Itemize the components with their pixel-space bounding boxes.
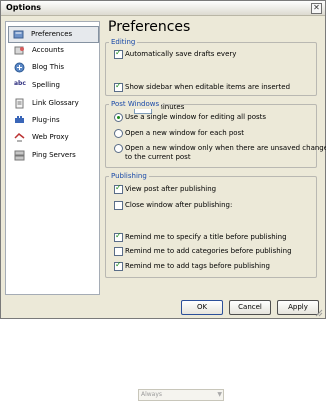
- spelling-icon: abc: [14, 80, 26, 87]
- apply-button[interactable]: Apply: [277, 300, 319, 315]
- show-sidebar-label: Show sidebar when editable items are ins…: [125, 83, 291, 91]
- sidebar-item-plug-ins[interactable]: Plug-ins: [10, 113, 96, 128]
- sidebar-item-label: Accounts: [32, 46, 64, 54]
- remind-title-label: Remind me to specify a title before publ…: [125, 233, 287, 241]
- remind-title-checkbox[interactable]: [114, 231, 123, 242]
- close-window-label: Close window after publishing:: [125, 201, 233, 209]
- window-title: Options: [6, 3, 42, 12]
- sidebar-item-blog-this[interactable]: Blog This: [10, 60, 96, 75]
- new-window-each-radio[interactable]: [114, 129, 123, 138]
- plugins-icon: [15, 116, 24, 123]
- web-proxy-icon: [14, 132, 25, 142]
- remind-tags-checkbox[interactable]: [114, 260, 123, 271]
- single-window-radio[interactable]: [114, 113, 123, 122]
- sidebar-item-web-proxy[interactable]: Web Proxy: [10, 130, 96, 145]
- close-window-select[interactable]: Always ▼: [138, 389, 224, 401]
- page-title: Preferences: [108, 19, 191, 35]
- chevron-down-icon: ▼: [217, 391, 222, 398]
- single-window-label: Use a single window for editing all post…: [125, 113, 267, 121]
- sidebar-item-ping-servers[interactable]: Ping Servers: [10, 148, 96, 163]
- new-window-unsaved-label: Open a new window only when there are un…: [125, 144, 326, 152]
- resize-grip-icon[interactable]: [315, 309, 323, 317]
- ping-servers-icon: [14, 150, 25, 161]
- close-window-select-value: Always: [141, 391, 163, 398]
- publishing-group-label: Publishing: [109, 171, 149, 181]
- cancel-button[interactable]: Cancel: [229, 300, 271, 315]
- post-windows-group: Post Windows Use a single window for edi…: [105, 99, 326, 168]
- sidebar-item-label: Spelling: [32, 81, 60, 89]
- new-window-each-label: Open a new window for each post: [125, 129, 244, 137]
- sidebar-item-label: Blog This: [32, 63, 65, 71]
- title-bar[interactable]: Options ✕: [1, 1, 325, 16]
- ok-button[interactable]: OK: [181, 300, 223, 315]
- options-window: Options ✕ Preferences Accounts Blog This…: [0, 0, 326, 401]
- close-icon[interactable]: ✕: [311, 3, 322, 14]
- new-window-unsaved-label-cont: to the current post: [125, 153, 191, 161]
- options-sidebar: Preferences Accounts Blog This abc Spell…: [5, 21, 100, 295]
- sidebar-item-label: Link Glossary: [32, 99, 79, 107]
- auto-save-label: Automatically save drafts every: [125, 50, 237, 58]
- blog-this-icon: [14, 62, 25, 73]
- editing-group: Editing Automatically save drafts every …: [105, 37, 317, 114]
- editing-group-label: Editing: [109, 37, 138, 47]
- new-window-unsaved-radio[interactable]: [114, 144, 123, 153]
- remind-tags-label: Remind me to add tags before publishing: [125, 262, 270, 270]
- remind-categories-checkbox[interactable]: [114, 247, 123, 256]
- preferences-icon: [13, 30, 24, 39]
- sidebar-item-label: Ping Servers: [32, 151, 76, 159]
- sidebar-item-label: Preferences: [31, 30, 73, 38]
- publishing-group: Publishing View post after publishing Cl…: [105, 171, 317, 401]
- close-window-checkbox[interactable]: [114, 201, 123, 210]
- sidebar-item-label: Web Proxy: [32, 133, 69, 141]
- sidebar-item-label: Plug-ins: [32, 116, 60, 124]
- sidebar-item-spelling[interactable]: abc Spelling: [10, 78, 96, 93]
- sidebar-item-accounts[interactable]: Accounts: [10, 43, 96, 58]
- sidebar-item-link-glossary[interactable]: Link Glossary: [10, 96, 96, 111]
- sidebar-item-preferences[interactable]: Preferences: [8, 26, 99, 43]
- remind-categories-label: Remind me to add categories before publi…: [125, 247, 292, 255]
- auto-save-checkbox[interactable]: [114, 48, 123, 59]
- view-post-label: View post after publishing: [125, 185, 217, 193]
- view-post-checkbox[interactable]: [114, 183, 123, 194]
- show-sidebar-checkbox[interactable]: [114, 81, 123, 92]
- accounts-icon: [14, 46, 24, 55]
- post-windows-group-label: Post Windows: [109, 99, 162, 109]
- link-glossary-icon: [15, 98, 24, 109]
